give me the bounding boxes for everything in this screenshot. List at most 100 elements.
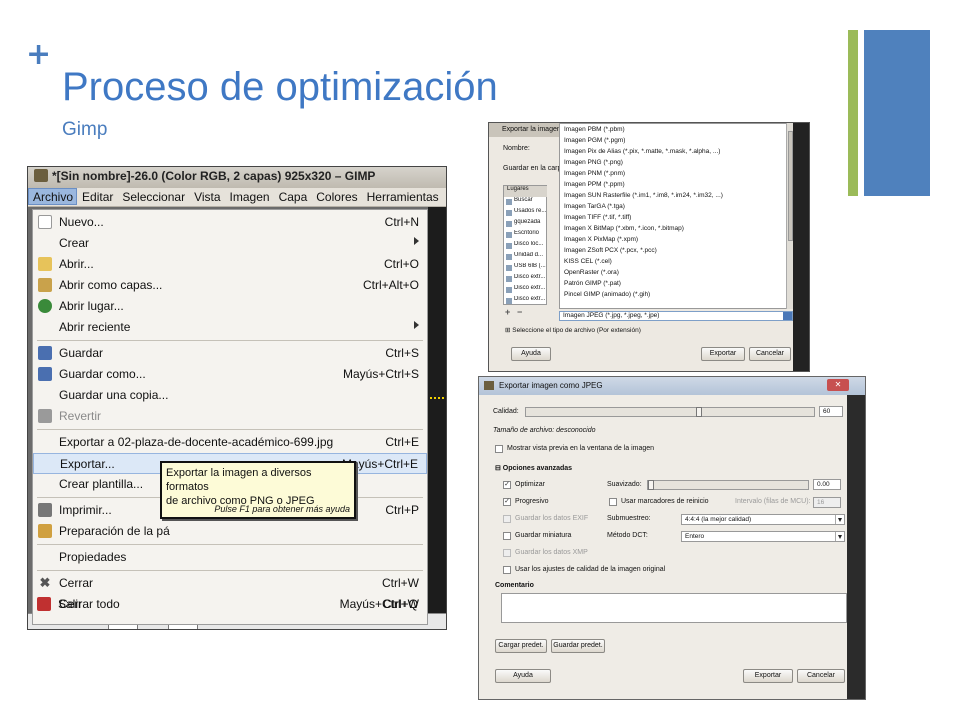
smoothing-input[interactable]: 0.00 xyxy=(813,479,841,490)
menu-item-salir-row[interactable]: Salir Ctrl+Q xyxy=(32,594,426,614)
place-item[interactable]: Disco extr... xyxy=(504,296,547,307)
menu-herramientas[interactable]: Herramientas xyxy=(362,188,443,204)
menu-imagen[interactable]: Imagen xyxy=(225,188,274,204)
file-type-item[interactable]: Imagen ZSoft PCX (*.pcx, *.pcc) xyxy=(564,247,792,254)
file-type-item[interactable]: Imagen X BitMap (*.xbm, *.icon, *.bitmap… xyxy=(564,225,792,232)
file-type-item[interactable]: Imagen PNM (*.pnm) xyxy=(564,170,792,177)
file-type-item[interactable]: Pincel GIMP (animado) (*.gih) xyxy=(564,291,792,298)
file-type-item[interactable]: Patrón GIMP (*.pat) xyxy=(564,280,792,287)
gimp-window: *[Sin nombre]-26.0 (Color RGB, 2 capas) … xyxy=(27,166,447,630)
quality-input[interactable]: 60 xyxy=(819,406,843,417)
advanced-expander[interactable]: ⊟ Opciones avanzadas xyxy=(495,464,572,472)
menu-archivo[interactable]: Archivo xyxy=(28,188,78,205)
optimize-checkbox[interactable]: ✓ xyxy=(503,481,511,489)
file-type-item[interactable]: Imagen Pix de Alias (*.pix, *.matte, *.m… xyxy=(564,148,792,155)
drive-icon xyxy=(506,287,512,293)
quit-icon xyxy=(37,597,51,611)
file-type-item[interactable]: Imagen PNG (*.png) xyxy=(564,159,792,166)
place-item[interactable]: Disco extr... xyxy=(504,274,547,285)
help-button[interactable]: Ayuda xyxy=(495,669,551,683)
file-type-item[interactable]: OpenRaster (*.ora) xyxy=(564,269,792,276)
cancel-button[interactable]: Cancelar xyxy=(797,669,845,683)
menu-editar[interactable]: Editar xyxy=(77,188,117,204)
background-strip xyxy=(793,123,809,371)
restart-markers-checkbox[interactable] xyxy=(609,498,617,506)
menu-item-guardar-como[interactable]: Guardar como... Mayús+Ctrl+S xyxy=(33,364,427,385)
save-as-icon xyxy=(38,367,52,381)
exif-checkbox[interactable] xyxy=(503,515,511,523)
place-item[interactable]: Disco loc... xyxy=(504,241,547,252)
menu-item-abrir-capas[interactable]: Abrir como capas... Ctrl+Alt+O xyxy=(33,275,427,296)
smoothing-slider[interactable] xyxy=(647,480,809,490)
dct-select[interactable]: Entero xyxy=(681,531,845,542)
quality-slider[interactable] xyxy=(525,407,815,417)
file-type-item[interactable]: Imagen PGM (*.pgm) xyxy=(564,137,792,144)
file-type-select[interactable]: Imagen JPEG (*.jpg, *.jpeg, *.jpe) xyxy=(559,311,793,321)
place-item[interactable]: Disco extr... xyxy=(504,285,547,296)
menu-item-salir[interactable] xyxy=(33,615,427,625)
thumbnail-checkbox[interactable] xyxy=(503,532,511,540)
menu-item-nuevo[interactable]: Nuevo... Ctrl+N xyxy=(33,212,427,233)
save-defaults-button[interactable]: Guardar predet. xyxy=(551,639,605,653)
file-type-item[interactable]: KISS CEL (*.cel) xyxy=(564,258,792,265)
file-type-item[interactable]: Imagen X PixMap (*.xpm) xyxy=(564,236,792,243)
menu-item-propiedades[interactable]: Propiedades xyxy=(33,547,427,568)
smoothing-slider-knob[interactable] xyxy=(648,480,654,490)
file-type-list[interactable]: Imagen PBM (*.pbm) Imagen PGM (*.pgm) Im… xyxy=(559,123,793,309)
menu-item-abrir-reciente[interactable]: Abrir reciente xyxy=(33,317,427,338)
menu-item-guardar[interactable]: Guardar Ctrl+S xyxy=(33,343,427,364)
subsampling-select[interactable]: 4:4:4 (la mejor calidad) xyxy=(681,514,845,525)
interval-input[interactable]: 16 xyxy=(813,497,841,508)
place-item[interactable]: gquezada xyxy=(504,219,547,230)
menu-vista[interactable]: Vista xyxy=(189,188,224,204)
menu-item-exportar-a[interactable]: Exportar a 02-plaza-de-docente-académico… xyxy=(33,432,427,453)
load-defaults-button[interactable]: Cargar predet. xyxy=(495,639,547,653)
comment-textarea[interactable] xyxy=(501,593,847,623)
close-button[interactable]: ✕ xyxy=(827,379,849,391)
use-quality-checkbox[interactable] xyxy=(503,566,511,574)
preview-checkbox[interactable] xyxy=(495,445,503,453)
export-button[interactable]: Exportar xyxy=(701,347,745,361)
file-type-item[interactable]: Imagen PBM (*.pbm) xyxy=(564,126,792,133)
menu-item-revertir[interactable]: Revertir xyxy=(33,406,427,427)
place-item[interactable]: Escritorio xyxy=(504,230,547,241)
xmp-checkbox[interactable] xyxy=(503,549,511,557)
file-type-expander[interactable]: ⊞ Seleccione el tipo de archivo (Por ext… xyxy=(505,326,641,334)
image-canvas[interactable] xyxy=(428,207,446,629)
file-type-item[interactable]: Imagen TarGA (*.tga) xyxy=(564,203,792,210)
restart-markers-label: Usar marcadores de reinicio xyxy=(621,498,709,505)
menu-seleccionar[interactable]: Seleccionar xyxy=(117,188,189,204)
cancel-button[interactable]: Cancelar xyxy=(749,347,791,361)
menu-item-preparacion[interactable]: Preparación de la pá xyxy=(33,521,427,542)
drive-icon xyxy=(506,243,512,249)
menu-item-crear[interactable]: Crear xyxy=(33,233,427,254)
file-type-item[interactable]: Imagen SUN Rasterfile (*.im1, *.im8, *.i… xyxy=(564,192,792,199)
place-item[interactable]: Buscar xyxy=(504,197,547,208)
place-item[interactable]: Unidad d... xyxy=(504,252,547,263)
remove-place-icon[interactable]: − xyxy=(517,307,522,317)
folder-open-icon xyxy=(38,257,52,271)
jpeg-dialog-title: Exportar imagen como JPEG xyxy=(499,381,603,390)
menu-item-abrir[interactable]: Abrir... Ctrl+O xyxy=(33,254,427,275)
menu-item-guardar-copia[interactable]: Guardar una copia... xyxy=(33,385,427,406)
add-place-icon[interactable]: + xyxy=(505,307,510,317)
place-item[interactable]: USB 6IB (... xyxy=(504,263,547,274)
place-item[interactable]: Usados re... xyxy=(504,208,547,219)
menu-item-cerrar[interactable]: ✖ Cerrar Ctrl+W xyxy=(33,573,427,594)
gimp-title-bar[interactable]: *[Sin nombre]-26.0 (Color RGB, 2 capas) … xyxy=(28,167,446,188)
menu-colores[interactable]: Colores xyxy=(311,188,361,204)
menu-item-abrir-lugar[interactable]: Abrir lugar... xyxy=(33,296,427,317)
file-type-item[interactable]: Imagen PPM (*.ppm) xyxy=(564,181,792,188)
quality-slider-knob[interactable] xyxy=(696,407,703,417)
menu-capa[interactable]: Capa xyxy=(274,188,312,204)
file-type-item[interactable]: Imagen TIFF (*.tif, *.tiff) xyxy=(564,214,792,221)
name-label: Nombre: xyxy=(503,145,530,152)
jpeg-dialog-title-bar[interactable]: Exportar imagen como JPEG ✕ xyxy=(479,377,865,395)
progressive-checkbox[interactable]: ✓ xyxy=(503,498,511,506)
export-button[interactable]: Exportar xyxy=(743,669,793,683)
help-button[interactable]: Ayuda xyxy=(511,347,551,361)
file-type-scrollbar[interactable] xyxy=(786,123,793,309)
places-header: Lugares xyxy=(504,186,547,197)
export-image-dialog: Exportar la imagen Nombre: Guardar en la… xyxy=(488,122,810,372)
gimp-window-title: *[Sin nombre]-26.0 (Color RGB, 2 capas) … xyxy=(52,169,376,183)
